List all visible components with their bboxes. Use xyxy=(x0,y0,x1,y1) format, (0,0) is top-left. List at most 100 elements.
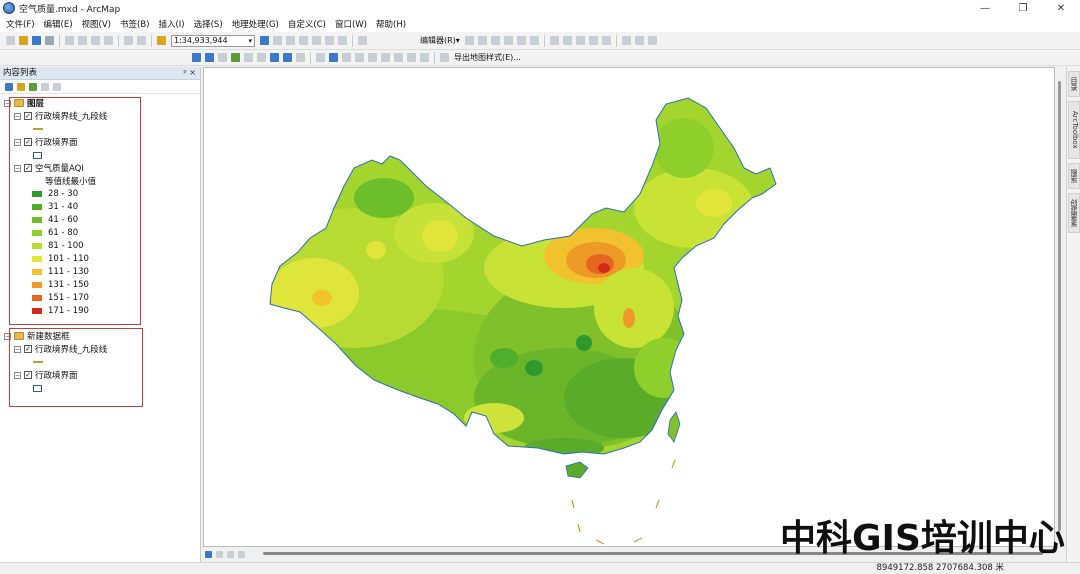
hainan-island xyxy=(565,461,589,479)
rotate-tool-icon[interactable] xyxy=(601,36,611,45)
open-folder-icon[interactable] xyxy=(19,36,28,45)
menu-windows[interactable]: 窗口(W) xyxy=(335,18,367,30)
cursor-coordinates: 8949172.858 2707684.308 米 xyxy=(876,563,1004,573)
attributes-icon[interactable] xyxy=(621,36,631,45)
toc-toolbar xyxy=(0,80,200,94)
save-icon[interactable] xyxy=(32,36,41,45)
search-window-icon[interactable] xyxy=(299,36,308,45)
find-route-icon[interactable] xyxy=(394,53,403,62)
map-scale-input[interactable]: 1:34,933,944 ▾ xyxy=(171,34,255,47)
layout-view-icon[interactable] xyxy=(216,550,223,558)
zoom-out-icon[interactable] xyxy=(205,53,214,62)
new-document-icon[interactable] xyxy=(6,36,15,45)
full-extent-icon[interactable] xyxy=(231,53,240,62)
menu-file[interactable]: 文件(F) xyxy=(6,18,35,30)
html-popup-icon[interactable] xyxy=(355,53,364,62)
aqi-contour-surface xyxy=(270,98,776,454)
map-display[interactable] xyxy=(203,67,1055,547)
end-point-arc-icon[interactable] xyxy=(503,36,513,45)
point-icon[interactable] xyxy=(529,36,539,45)
window-controls: — ❐ ✕ xyxy=(966,0,1080,16)
select-elements-icon[interactable] xyxy=(316,53,325,62)
list-by-visibility-icon[interactable] xyxy=(29,82,37,91)
toolbar-separator xyxy=(352,34,353,47)
copy-icon[interactable] xyxy=(78,36,87,45)
menu-selection[interactable]: 选择(S) xyxy=(194,18,223,30)
standard-toolbar: 1:34,933,944 ▾ 编辑器(R)▾ xyxy=(0,32,1080,50)
export-map-style-icon[interactable] xyxy=(440,53,449,62)
menu-bookmarks[interactable]: 书签(B) xyxy=(120,18,149,30)
pan-icon[interactable] xyxy=(218,53,227,62)
menu-customize[interactable]: 自定义(C) xyxy=(288,18,326,30)
cut-polygons-icon[interactable] xyxy=(575,36,585,45)
identify-icon[interactable] xyxy=(329,53,338,62)
paste-icon[interactable] xyxy=(91,36,100,45)
go-back-icon[interactable] xyxy=(270,53,279,62)
catalog-window-icon[interactable] xyxy=(286,36,295,45)
fixed-zoom-out-icon[interactable] xyxy=(257,53,266,62)
split-tool-icon[interactable] xyxy=(588,36,598,45)
add-data-icon[interactable] xyxy=(157,36,166,45)
highlight-frame-1 xyxy=(9,97,141,325)
cut-icon[interactable] xyxy=(65,36,74,45)
pause-drawing-icon[interactable] xyxy=(238,550,245,558)
reshape-feature-icon[interactable] xyxy=(562,36,572,45)
chevron-down-icon: ▾ xyxy=(248,36,252,45)
window-title: 空气质量.mxd - ArcMap xyxy=(19,4,121,15)
go-forward-icon[interactable] xyxy=(283,53,292,62)
table-of-contents-icon[interactable] xyxy=(273,36,282,45)
arctoolbox-icon[interactable] xyxy=(312,36,321,45)
dock-tab-arctoolbox[interactable]: ArcToolbox xyxy=(1068,101,1080,159)
highlight-frame-2 xyxy=(9,328,143,407)
trace-icon[interactable] xyxy=(516,36,526,45)
arcmap-globe-icon xyxy=(3,2,15,14)
python-window-icon[interactable] xyxy=(325,36,334,45)
hyperlink-icon[interactable] xyxy=(342,53,351,62)
list-by-selection-icon[interactable] xyxy=(41,82,49,91)
edit-annotation-icon[interactable] xyxy=(477,36,487,45)
help-tool-icon[interactable] xyxy=(358,36,367,45)
menu-geoprocessing[interactable]: 地理处理(G) xyxy=(232,18,279,30)
editor-menu-button[interactable]: 编辑器(R)▾ xyxy=(420,35,460,46)
time-slider-icon[interactable] xyxy=(420,53,429,62)
menu-view[interactable]: 视图(V) xyxy=(82,18,111,30)
edit-vertices-icon[interactable] xyxy=(549,36,559,45)
maximize-button[interactable]: ❐ xyxy=(1004,0,1042,16)
export-map-style-button[interactable]: 导出地图样式(E)... xyxy=(454,52,521,63)
vertical-scrollbar[interactable] xyxy=(1058,81,1061,531)
minimize-button[interactable]: — xyxy=(966,0,1004,16)
model-builder-icon[interactable] xyxy=(338,36,347,45)
create-features-icon[interactable] xyxy=(647,36,657,45)
title-bar: 空气质量.mxd - ArcMap — ❐ ✕ xyxy=(0,0,1080,16)
menu-insert[interactable]: 插入(I) xyxy=(158,18,184,30)
list-by-source-icon[interactable] xyxy=(17,82,25,91)
straight-segment-icon[interactable] xyxy=(490,36,500,45)
list-by-drawing-order-icon[interactable] xyxy=(5,82,13,91)
redo-icon[interactable] xyxy=(137,36,146,45)
toc-pin-close-icon[interactable]: ᵖ × xyxy=(183,67,196,79)
close-button[interactable]: ✕ xyxy=(1042,0,1080,16)
sketch-properties-icon[interactable] xyxy=(634,36,644,45)
fixed-zoom-in-icon[interactable] xyxy=(244,53,253,62)
select-features-icon[interactable] xyxy=(296,53,305,62)
nine-dash-line xyxy=(571,459,676,545)
dock-tab-search[interactable]: 搜索 xyxy=(1068,163,1080,189)
zoom-in-icon[interactable] xyxy=(192,53,201,62)
data-view-icon[interactable] xyxy=(205,550,212,558)
toc-options-icon[interactable] xyxy=(53,82,61,91)
tools-toolbar: 导出地图样式(E)... xyxy=(0,50,1080,66)
delete-icon[interactable] xyxy=(104,36,113,45)
find-icon[interactable] xyxy=(381,53,390,62)
editor-toolbar-icon[interactable] xyxy=(260,36,269,45)
go-to-xy-icon[interactable] xyxy=(407,53,416,62)
dock-tab-create-features[interactable]: 创建要素 xyxy=(1068,193,1080,233)
dock-tab-catalog[interactable]: 目录 xyxy=(1068,71,1080,97)
menu-help[interactable]: 帮助(H) xyxy=(376,18,406,30)
undo-icon[interactable] xyxy=(124,36,133,45)
refresh-view-icon[interactable] xyxy=(227,550,234,558)
aqi-map-canvas[interactable] xyxy=(204,68,1055,547)
edit-tool-icon[interactable] xyxy=(464,36,474,45)
menu-edit[interactable]: 编辑(E) xyxy=(44,18,73,30)
print-icon[interactable] xyxy=(45,36,54,45)
measure-icon[interactable] xyxy=(368,53,377,62)
